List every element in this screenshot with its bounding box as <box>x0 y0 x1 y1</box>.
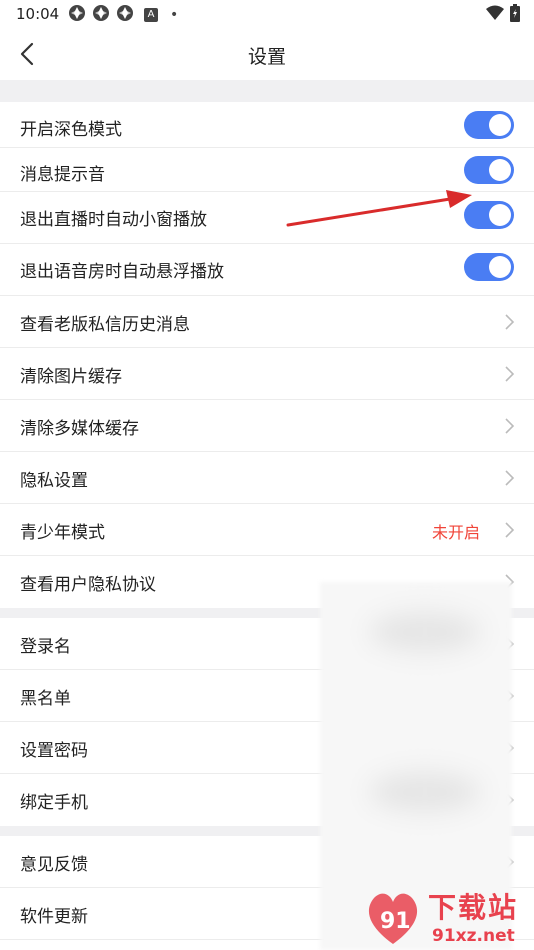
row-label: 意见反馈 <box>20 855 88 875</box>
row-label: 设置密码 <box>20 741 88 761</box>
watermark-logo-icon: 91 <box>368 893 418 944</box>
chevron-right-icon <box>505 366 515 382</box>
teen-mode-status: 未开启 <box>431 523 480 542</box>
chevron-right-icon <box>505 470 515 486</box>
row-label: 登录名 <box>20 637 71 657</box>
wifi-icon <box>486 5 504 25</box>
app-notification-icon <box>68 4 86 26</box>
voice-float-toggle[interactable] <box>464 253 514 281</box>
settings-row-dark-mode[interactable]: 开启深色模式 <box>0 102 534 148</box>
row-label: 开启深色模式 <box>20 120 122 140</box>
row-label: 青少年模式 <box>20 523 105 543</box>
status-bar: 10:04 A • <box>0 0 534 28</box>
dark-mode-toggle[interactable] <box>464 111 514 139</box>
chevron-right-icon <box>505 314 515 330</box>
section-divider <box>0 80 534 102</box>
more-notifications-dot: • <box>170 7 179 23</box>
row-label: 退出语音房时自动悬浮播放 <box>20 262 224 282</box>
settings-row-teen-mode[interactable]: 青少年模式 未开启 <box>0 504 534 556</box>
watermark-brand: 下载站 <box>428 891 519 924</box>
app-notification-icon <box>92 4 110 26</box>
a-badge-icon: A <box>144 8 158 22</box>
row-label: 查看用户隐私协议 <box>20 575 156 595</box>
row-label: 软件更新 <box>20 907 88 927</box>
chevron-right-icon <box>505 522 515 538</box>
page-title: 设置 <box>247 46 286 68</box>
row-label: 退出直播时自动小窗播放 <box>20 210 207 230</box>
app-header: 设置 <box>0 28 534 80</box>
settings-row-voice-float[interactable]: 退出语音房时自动悬浮播放 <box>0 244 534 296</box>
settings-row-live-mini-window[interactable]: 退出直播时自动小窗播放 <box>0 192 534 244</box>
row-label: 黑名单 <box>20 689 71 709</box>
row-label: 清除图片缓存 <box>20 367 122 387</box>
row-label: 隐私设置 <box>20 471 88 491</box>
settings-row-privacy[interactable]: 隐私设置 <box>0 452 534 504</box>
watermark-site: 91xz.net <box>432 926 515 946</box>
row-label: 查看老版私信历史消息 <box>20 315 190 335</box>
row-label: 绑定手机 <box>20 793 88 813</box>
battery-icon <box>510 4 520 26</box>
settings-row-clear-image-cache[interactable]: 清除图片缓存 <box>0 348 534 400</box>
live-mini-window-toggle[interactable] <box>464 201 514 229</box>
settings-row-old-messages[interactable]: 查看老版私信历史消息 <box>0 296 534 348</box>
svg-text:91: 91 <box>380 909 411 934</box>
settings-row-clear-media-cache[interactable]: 清除多媒体缓存 <box>0 400 534 452</box>
row-label: 清除多媒体缓存 <box>20 419 139 439</box>
settings-row-message-sound[interactable]: 消息提示音 <box>0 148 534 192</box>
message-sound-toggle[interactable] <box>464 156 514 184</box>
site-watermark: 91 下载站 91xz.net <box>362 886 534 950</box>
status-time: 10:04 <box>16 5 60 23</box>
row-label: 消息提示音 <box>20 165 105 185</box>
chevron-right-icon <box>505 418 515 434</box>
app-notification-icon <box>116 4 134 26</box>
